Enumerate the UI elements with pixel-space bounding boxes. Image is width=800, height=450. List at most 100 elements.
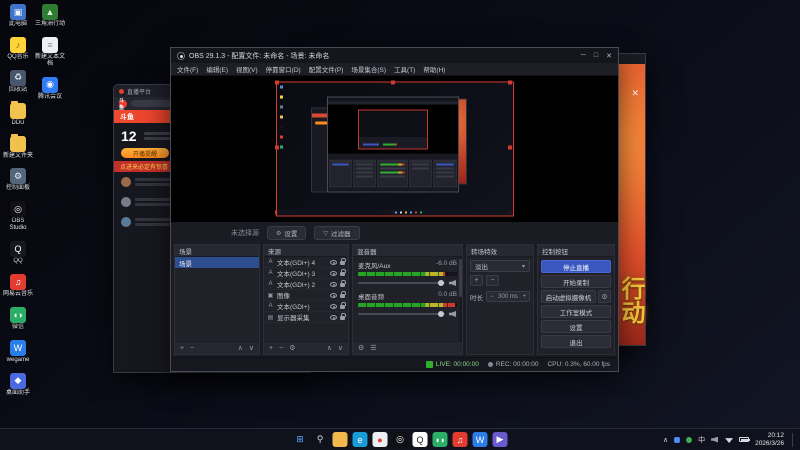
action-button[interactable]: 开播提醒 bbox=[121, 148, 169, 158]
transitions-panel-title[interactable]: 转场特效 bbox=[467, 245, 533, 257]
scene-list-item[interactable]: 场景 bbox=[175, 257, 259, 268]
show-desktop-button[interactable] bbox=[792, 432, 795, 447]
lock-icon[interactable] bbox=[340, 269, 346, 276]
move-down-icon[interactable]: ∨ bbox=[338, 344, 343, 352]
mixer-gear-icon[interactable]: ⚙ bbox=[358, 344, 364, 352]
source-row[interactable]: ▣ 图像 bbox=[264, 290, 348, 301]
lock-icon[interactable] bbox=[340, 258, 346, 265]
desktop-icon-tencent-meeting[interactable]: ◉ 腾讯会议 bbox=[35, 76, 65, 101]
taskbar-wegame-icon[interactable]: W bbox=[472, 432, 488, 447]
menu-item[interactable]: 文件(F) bbox=[177, 64, 198, 74]
start-virtualcam-button[interactable]: 启动虚拟摄像机 bbox=[541, 290, 596, 303]
minimize-icon[interactable]: ─ bbox=[581, 52, 586, 60]
taskbar-browser-icon[interactable]: ● bbox=[372, 432, 388, 447]
menu-item[interactable]: 场景集合(S) bbox=[351, 64, 386, 74]
maximize-icon[interactable]: □ bbox=[594, 52, 598, 60]
remove-source-icon[interactable]: − bbox=[279, 345, 283, 352]
lock-icon[interactable] bbox=[340, 291, 346, 298]
visibility-eye-icon[interactable] bbox=[330, 270, 337, 276]
transition-dropdown[interactable]: 淡出 ▾ bbox=[470, 260, 530, 272]
desktop-icon-control-panel[interactable]: ⚙ 控制面板 bbox=[3, 168, 33, 192]
duration-spinner[interactable]: − 300 ms + bbox=[486, 291, 530, 302]
menu-item[interactable]: 工具(T) bbox=[394, 64, 415, 74]
exit-button[interactable]: 退出 bbox=[541, 335, 611, 348]
source-filters-button[interactable]: ▽ 过滤器 bbox=[314, 226, 360, 240]
taskbar-explorer-icon[interactable] bbox=[332, 432, 348, 447]
lock-icon[interactable] bbox=[340, 280, 346, 287]
volume-slider-knob[interactable] bbox=[438, 280, 444, 286]
visibility-eye-icon[interactable] bbox=[330, 314, 337, 320]
desktop-icon-qq[interactable]: Q QQ bbox=[3, 241, 33, 265]
source-properties-button[interactable]: ⚙ 设置 bbox=[267, 226, 307, 240]
add-scene-icon[interactable]: + bbox=[180, 345, 184, 352]
move-down-icon[interactable]: ∨ bbox=[249, 344, 254, 352]
start-recording-button[interactable]: 开始录制 bbox=[541, 275, 611, 288]
desktop-icon-new-text-doc[interactable]: ≡ 新建文本文档 bbox=[35, 36, 65, 68]
move-up-icon[interactable]: ∧ bbox=[238, 344, 243, 352]
studio-mode-button[interactable]: 工作室模式 bbox=[541, 305, 611, 318]
network-icon[interactable] bbox=[725, 438, 734, 443]
remove-scene-icon[interactable]: − bbox=[190, 345, 194, 352]
add-source-icon[interactable]: + bbox=[269, 345, 273, 352]
tray-app-icon[interactable] bbox=[686, 436, 693, 443]
menu-item[interactable]: 视图(V) bbox=[236, 64, 258, 74]
site-logo-icon[interactable]: 斗鱼 bbox=[119, 98, 127, 111]
battery-icon[interactable] bbox=[739, 437, 751, 442]
move-up-icon[interactable]: ∧ bbox=[327, 344, 332, 352]
mixer-panel-title[interactable]: 混音器 bbox=[353, 245, 462, 257]
visibility-eye-icon[interactable] bbox=[330, 292, 337, 298]
desktop-icon-delta-force[interactable]: ▲ 三角洲行动 bbox=[35, 4, 65, 28]
desktop-icon-this-pc[interactable]: ▣ 此电脑 bbox=[3, 4, 33, 28]
menu-item[interactable]: 编辑(E) bbox=[206, 64, 228, 74]
taskbar-video-icon[interactable]: ▶ bbox=[492, 432, 508, 447]
lock-icon[interactable] bbox=[340, 313, 346, 320]
volume-slider[interactable] bbox=[358, 280, 445, 286]
taskbar-start-button[interactable]: ⊞ bbox=[293, 432, 308, 447]
speaker-icon[interactable] bbox=[449, 279, 457, 287]
taskbar-qq-icon[interactable]: Q bbox=[412, 432, 428, 447]
taskbar-search-button[interactable]: ⚲ bbox=[313, 432, 328, 447]
tray-app-icon[interactable] bbox=[674, 436, 681, 443]
source-properties-icon[interactable]: ⚙ bbox=[289, 344, 295, 352]
controls-panel-title[interactable]: 控制按钮 bbox=[538, 245, 614, 257]
stop-streaming-button[interactable]: 停止直播 bbox=[541, 260, 611, 273]
visibility-eye-icon[interactable] bbox=[330, 281, 337, 287]
desktop-icon-netease-music[interactable]: ♫ 网易云音乐 bbox=[3, 274, 33, 298]
desktop-icon-recycle-bin[interactable]: ♻ 回收站 bbox=[3, 69, 33, 94]
sources-panel-title[interactable]: 来源 bbox=[264, 245, 348, 257]
clock[interactable]: 20:12 2026/3/26 bbox=[755, 432, 784, 448]
remove-transition-button[interactable]: − bbox=[486, 275, 499, 286]
taskbar-netease-music-icon[interactable]: ♫ bbox=[452, 432, 468, 447]
close-icon[interactable]: ✕ bbox=[606, 52, 612, 60]
desktop-icon-ddu-folder[interactable]: DDU bbox=[3, 100, 33, 127]
decrement-icon[interactable]: − bbox=[490, 294, 494, 300]
source-row[interactable]: A 文本(GDI+) bbox=[264, 301, 348, 312]
virtualcam-config-button[interactable]: ⚙ bbox=[598, 290, 611, 303]
taskbar-wechat-icon[interactable]: ◖◗ bbox=[432, 432, 448, 447]
volume-icon[interactable] bbox=[711, 436, 719, 444]
source-row[interactable]: A 文本(GDI+) 2 bbox=[264, 279, 348, 290]
display-capture-preview[interactable] bbox=[274, 80, 514, 217]
visibility-eye-icon[interactable] bbox=[330, 259, 337, 265]
obs-preview-canvas[interactable] bbox=[171, 76, 618, 222]
add-transition-button[interactable]: + bbox=[470, 275, 483, 286]
volume-slider[interactable] bbox=[358, 311, 445, 317]
visibility-eye-icon[interactable] bbox=[330, 303, 337, 309]
desktop-icon-obs-studio[interactable]: ◎ OBS Studio bbox=[3, 201, 33, 232]
increment-icon[interactable]: + bbox=[522, 294, 526, 300]
speaker-icon[interactable] bbox=[449, 310, 457, 318]
scenes-panel-title[interactable]: 场景 bbox=[175, 245, 259, 257]
volume-slider-knob[interactable] bbox=[438, 311, 444, 317]
desktop-icon-qq-music[interactable]: ♪ QQ音乐 bbox=[3, 36, 33, 61]
close-icon[interactable]: ✕ bbox=[631, 88, 639, 99]
desktop-icon-desktop-assistant[interactable]: ◆ 桌面助手 bbox=[3, 372, 33, 397]
source-row[interactable]: ▤ 显示器采集 bbox=[264, 312, 348, 323]
source-row[interactable]: A 文本(GDI+) 4 bbox=[264, 257, 348, 268]
desktop-icon-new-folder[interactable]: 新建文件夹 bbox=[3, 133, 33, 160]
menu-item[interactable]: 配置文件(P) bbox=[309, 64, 344, 74]
settings-button[interactable]: 设置 bbox=[541, 320, 611, 333]
taskbar-edge-icon[interactable]: e bbox=[352, 432, 368, 447]
taskbar-obs-icon[interactable]: ◎ bbox=[392, 432, 408, 447]
obs-title-bar[interactable]: OBS 29.1.3 - 配置文件: 未命名 - 场景: 未命名 ─ □ ✕ bbox=[171, 48, 618, 63]
desktop-icon-wechat[interactable]: ◖◗ 微信 bbox=[3, 306, 33, 331]
